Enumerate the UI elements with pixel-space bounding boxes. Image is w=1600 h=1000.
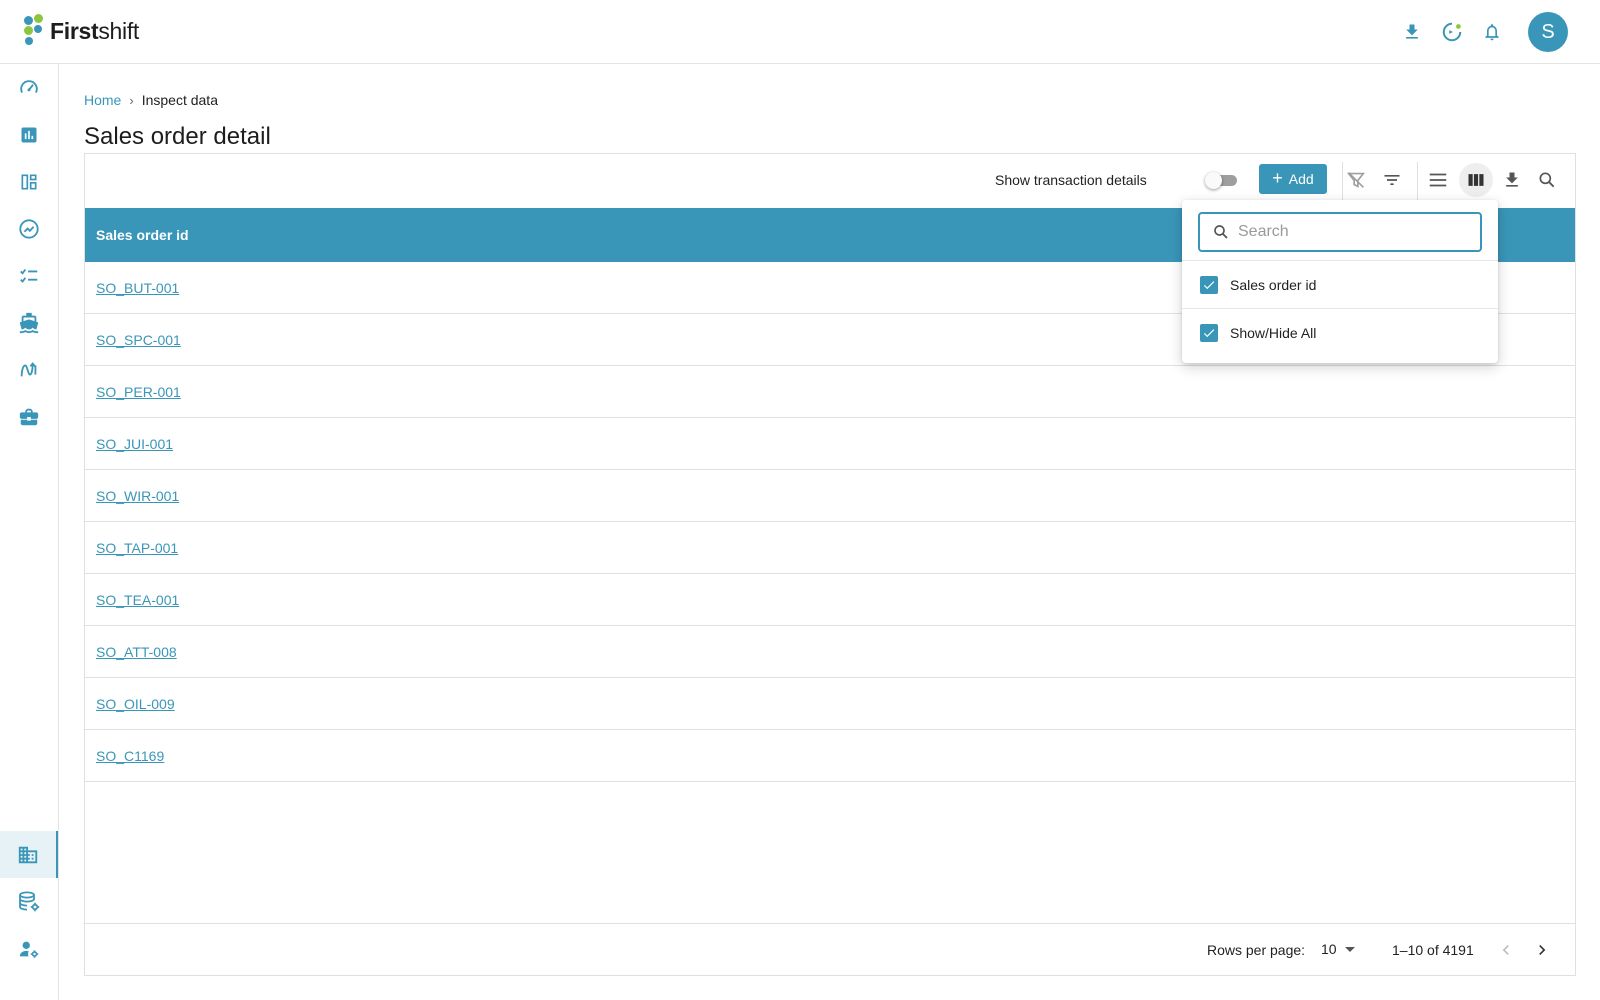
chevron-left-icon: [1502, 945, 1509, 955]
sidebar-item-database-settings[interactable]: [0, 878, 58, 925]
column-search-field[interactable]: [1198, 212, 1482, 252]
sidebar-item-flow[interactable]: [0, 346, 58, 393]
table-row: SO_JUI-001: [85, 418, 1575, 470]
sidebar-item-user-settings[interactable]: [0, 925, 58, 972]
dashboard-icon: [21, 174, 37, 189]
logo-mark-icon: [22, 14, 48, 48]
briefcase-icon: [19, 408, 39, 425]
page-title: Sales order detail: [84, 123, 271, 150]
add-button[interactable]: + Add: [1259, 164, 1327, 194]
sidebar-item-checklist[interactable]: [0, 252, 58, 299]
sales-order-link[interactable]: SO_WIR-001: [96, 488, 179, 504]
trend-icon: [19, 218, 39, 239]
table-row: SO_C1169: [85, 730, 1575, 782]
download-icon: [1506, 172, 1518, 187]
sidebar-item-briefcase[interactable]: [0, 393, 58, 440]
sidebar-item-dashboard[interactable]: [0, 158, 58, 205]
gauge-icon: [20, 79, 38, 93]
user-settings-icon: [19, 941, 39, 958]
column-search-input[interactable]: [1238, 223, 1458, 241]
database-settings-icon: [19, 891, 40, 911]
table-pagination: Rows per page: 10 1–10 of 4191: [85, 923, 1575, 975]
sidebar-item-trend[interactable]: [0, 205, 58, 252]
add-button-label: Add: [1288, 171, 1314, 187]
sales-order-link[interactable]: SO_BUT-001: [96, 280, 179, 296]
sidebar-item-gauge[interactable]: [0, 64, 58, 111]
filter-list-icon: [1384, 175, 1400, 185]
search-button[interactable]: [1530, 163, 1564, 197]
column-visibility-menu: Sales order id Show/Hide All: [1182, 200, 1498, 363]
previous-page-button[interactable]: [1492, 936, 1520, 964]
sidebar-item-building[interactable]: [0, 831, 58, 878]
brand-logo[interactable]: Firstshift: [22, 14, 139, 48]
rows-per-page-value: 10: [1321, 941, 1337, 957]
checkbox-checked-icon[interactable]: [1200, 323, 1218, 342]
checklist-icon: [20, 268, 38, 283]
table-row: SO_TEA-001: [85, 574, 1575, 626]
bar-chart-icon: [21, 127, 37, 142]
table-row: SO_WIR-001: [85, 470, 1575, 522]
view-column-icon: [1468, 174, 1484, 186]
search-icon: [1212, 223, 1230, 241]
filter-off-icon: [1346, 172, 1366, 188]
breadcrumb-separator: ›: [129, 92, 134, 108]
sales-order-link[interactable]: SO_OIL-009: [96, 696, 175, 712]
checkbox-checked-icon[interactable]: [1200, 275, 1218, 294]
user-avatar[interactable]: S: [1528, 12, 1568, 52]
status-icon[interactable]: [1432, 12, 1472, 52]
download-icon[interactable]: [1392, 12, 1432, 52]
filter-button[interactable]: [1375, 163, 1409, 197]
sales-order-link[interactable]: SO_ATT-008: [96, 644, 177, 660]
sidebar: [0, 64, 59, 1000]
caret-down-icon: [1344, 946, 1355, 952]
export-button[interactable]: [1495, 163, 1529, 197]
sales-order-link[interactable]: SO_JUI-001: [96, 436, 173, 452]
sales-order-link[interactable]: SO_SPC-001: [96, 332, 181, 348]
density-icon: [1429, 173, 1447, 187]
rows-per-page-label: Rows per page:: [1207, 942, 1306, 958]
next-page-button[interactable]: [1528, 936, 1556, 964]
sales-order-link[interactable]: SO_TEA-001: [96, 592, 179, 608]
columns-button[interactable]: [1459, 163, 1493, 197]
column-option-show-hide-all[interactable]: Show/Hide All: [1182, 308, 1498, 356]
density-button[interactable]: [1421, 163, 1455, 197]
column-option-label: Show/Hide All: [1230, 324, 1317, 341]
table-row: SO_TAP-001: [85, 522, 1575, 574]
sales-order-link[interactable]: SO_TAP-001: [96, 540, 178, 556]
bell-icon[interactable]: [1472, 12, 1512, 52]
clear-filter-button[interactable]: [1339, 163, 1373, 197]
sidebar-item-ship[interactable]: [0, 299, 58, 346]
sales-order-link[interactable]: SO_C1169: [96, 748, 164, 764]
table-row: SO_ATT-008: [85, 626, 1575, 678]
breadcrumb-home-link[interactable]: Home: [84, 92, 121, 108]
search-icon: [1539, 172, 1555, 188]
rows-per-page-select[interactable]: 10: [1321, 941, 1355, 957]
transaction-details-label: Show transaction details: [995, 172, 1147, 188]
pagination-range: 1–10 of 4191: [1392, 942, 1474, 958]
column-option-sales-order-id[interactable]: Sales order id: [1182, 260, 1498, 308]
transaction-details-toggle[interactable]: [1205, 172, 1239, 189]
table-row: SO_PER-001: [85, 366, 1575, 418]
sales-order-link[interactable]: SO_PER-001: [96, 384, 181, 400]
column-header-sales-order-id[interactable]: Sales order id: [96, 227, 189, 243]
chevron-right-icon: [1539, 945, 1546, 955]
plus-icon: +: [1272, 168, 1283, 188]
brand-name: Firstshift: [50, 17, 140, 44]
sidebar-item-bar-chart[interactable]: [0, 111, 58, 158]
ship-icon: [19, 312, 39, 333]
breadcrumb-current: Inspect data: [141, 92, 218, 108]
table-row: SO_OIL-009: [85, 678, 1575, 730]
flow-icon: [20, 361, 37, 376]
top-bar: Firstshift S: [0, 0, 1600, 64]
building-icon: [18, 846, 38, 863]
breadcrumb: Home › Inspect data: [84, 92, 218, 108]
column-option-label: Sales order id: [1230, 276, 1317, 293]
